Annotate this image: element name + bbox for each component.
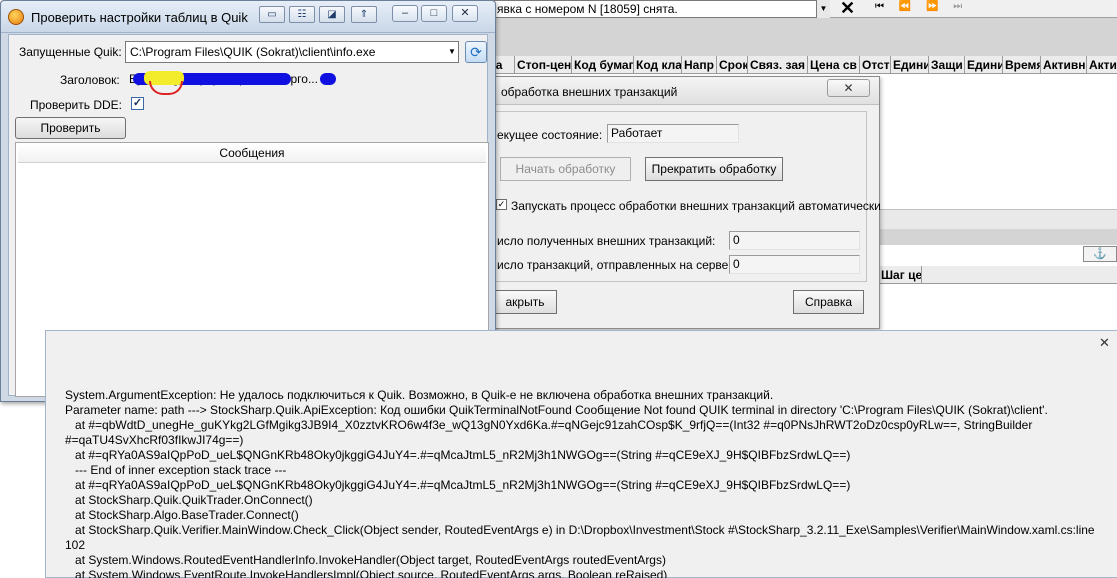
running-quik-label: Запущенные Quik:: [19, 45, 122, 59]
window-titlebar: Проверить настройки таблиц в Quik ▭ ☷ ◪ …: [1, 1, 495, 33]
column-header[interactable]: Активн: [1041, 56, 1087, 73]
help-button[interactable]: Справка: [793, 290, 864, 314]
state-label: екущее состояние:: [497, 128, 603, 142]
received-field: 0: [729, 231, 860, 250]
auto-start-checkbox[interactable]: ✓: [496, 199, 507, 210]
redaction-underline: [149, 81, 183, 95]
column-header[interactable]: Едини: [891, 56, 929, 73]
column-header[interactable]: Код кла: [634, 56, 682, 73]
state-field: Работает: [607, 124, 739, 143]
running-quik-combo[interactable]: C:\Program Files\QUIK (Sokrat)\client\in…: [125, 41, 459, 63]
dde-checkbox[interactable]: ✓: [131, 97, 144, 110]
close-button[interactable]: акрыть: [493, 290, 557, 314]
column-header[interactable]: Напр: [682, 56, 717, 73]
column-header[interactable]: Код бумаг: [572, 56, 634, 73]
column-header[interactable]: Срок: [717, 56, 748, 73]
exception-titlebar: ✕: [46, 331, 1117, 355]
quik-status-combo[interactable]: явка с номером N [18059] снята.: [488, 0, 830, 18]
start-processing-button[interactable]: Начать обработку: [500, 157, 631, 181]
column-header[interactable]: Защи: [929, 56, 965, 73]
column-header[interactable]: Едини: [965, 56, 1003, 73]
stop-processing-button[interactable]: Прекратить обработку: [645, 157, 783, 181]
close-icon[interactable]: ✕: [1099, 335, 1110, 351]
exception-text: System.ArgumentException: Не удалось под…: [65, 388, 1095, 578]
quik-status-text: явка с номером N [18059] снята.: [497, 2, 678, 16]
sent-field: 0: [729, 255, 860, 274]
auto-start-label: Запускать процесс обработки внешних тран…: [511, 199, 881, 213]
close-icon[interactable]: ✕: [452, 5, 478, 22]
exception-window: ✕ System.ArgumentException: Не удалось п…: [45, 330, 1117, 578]
window-title: Проверить настройки таблиц в Quik: [31, 10, 248, 25]
sent-label: исло транзакций, отправленных на сервер:: [497, 258, 739, 272]
header-label: Заголовок:: [60, 73, 120, 87]
column-header[interactable]: Цена св: [808, 56, 860, 73]
minimize-icon[interactable]: –: [392, 5, 418, 22]
external-transactions-dialog: обработка внешних транзакций ✕ екущее со…: [488, 76, 881, 329]
maximize-icon[interactable]: □: [421, 5, 447, 22]
received-label: исло полученных внешних транзакций:: [497, 234, 716, 248]
quik-nav-buttons[interactable]: ⏮ ⏪ ⏩ ⏭: [875, 1, 968, 12]
quik-orders-table-header: за Стоп-цен Код бумаг Код кла Напр Срок Связ. …: [488, 56, 1117, 74]
quik-panel-band: [488, 18, 1117, 56]
maximize-pane-icon[interactable]: ◪: [319, 6, 345, 23]
dialog-title: обработка внешних транзакций: [501, 85, 678, 99]
column-header[interactable]: Акти: [1087, 56, 1117, 73]
check-button[interactable]: Проверить: [15, 117, 126, 139]
chevron-down-icon[interactable]: ▼: [446, 42, 458, 62]
redaction-mark: [320, 73, 336, 85]
pin-up-icon[interactable]: ⇑: [351, 6, 377, 23]
dde-label: Проверить DDE:: [30, 98, 123, 112]
column-header-step[interactable]: Шаг це: [878, 266, 922, 284]
quik-toolbar: явка с номером N [18059] снята. ▼ ✕ ⏮ ⏪ …: [488, 0, 1117, 18]
close-icon[interactable]: ✕: [840, 0, 855, 19]
nav-next-last-icon[interactable]: ⏩ ⏭: [926, 1, 968, 12]
refresh-icon[interactable]: ⟳: [465, 41, 487, 63]
tile-window-icon[interactable]: ▭: [259, 6, 285, 23]
column-header[interactable]: Связ. зая: [748, 56, 808, 73]
quik-path-value: C:\Program Files\QUIK (Sokrat)\client\in…: [130, 45, 376, 59]
column-header[interactable]: Время: [1003, 56, 1041, 73]
column-header[interactable]: Отст: [860, 56, 891, 73]
window-list-icon[interactable]: ☷: [289, 6, 315, 23]
anchor-icon[interactable]: ⚓: [1083, 246, 1117, 262]
nav-first-prev-icon[interactable]: ⏮ ⏪: [875, 1, 917, 12]
dialog-titlebar: обработка внешних транзакций ✕: [489, 77, 879, 105]
chevron-down-icon[interactable]: ▼: [816, 0, 830, 18]
close-icon[interactable]: ✕: [827, 79, 870, 97]
app-icon: [8, 9, 24, 25]
messages-column-header[interactable]: Сообщения: [18, 144, 486, 163]
column-header[interactable]: Стоп-цен: [515, 56, 572, 73]
